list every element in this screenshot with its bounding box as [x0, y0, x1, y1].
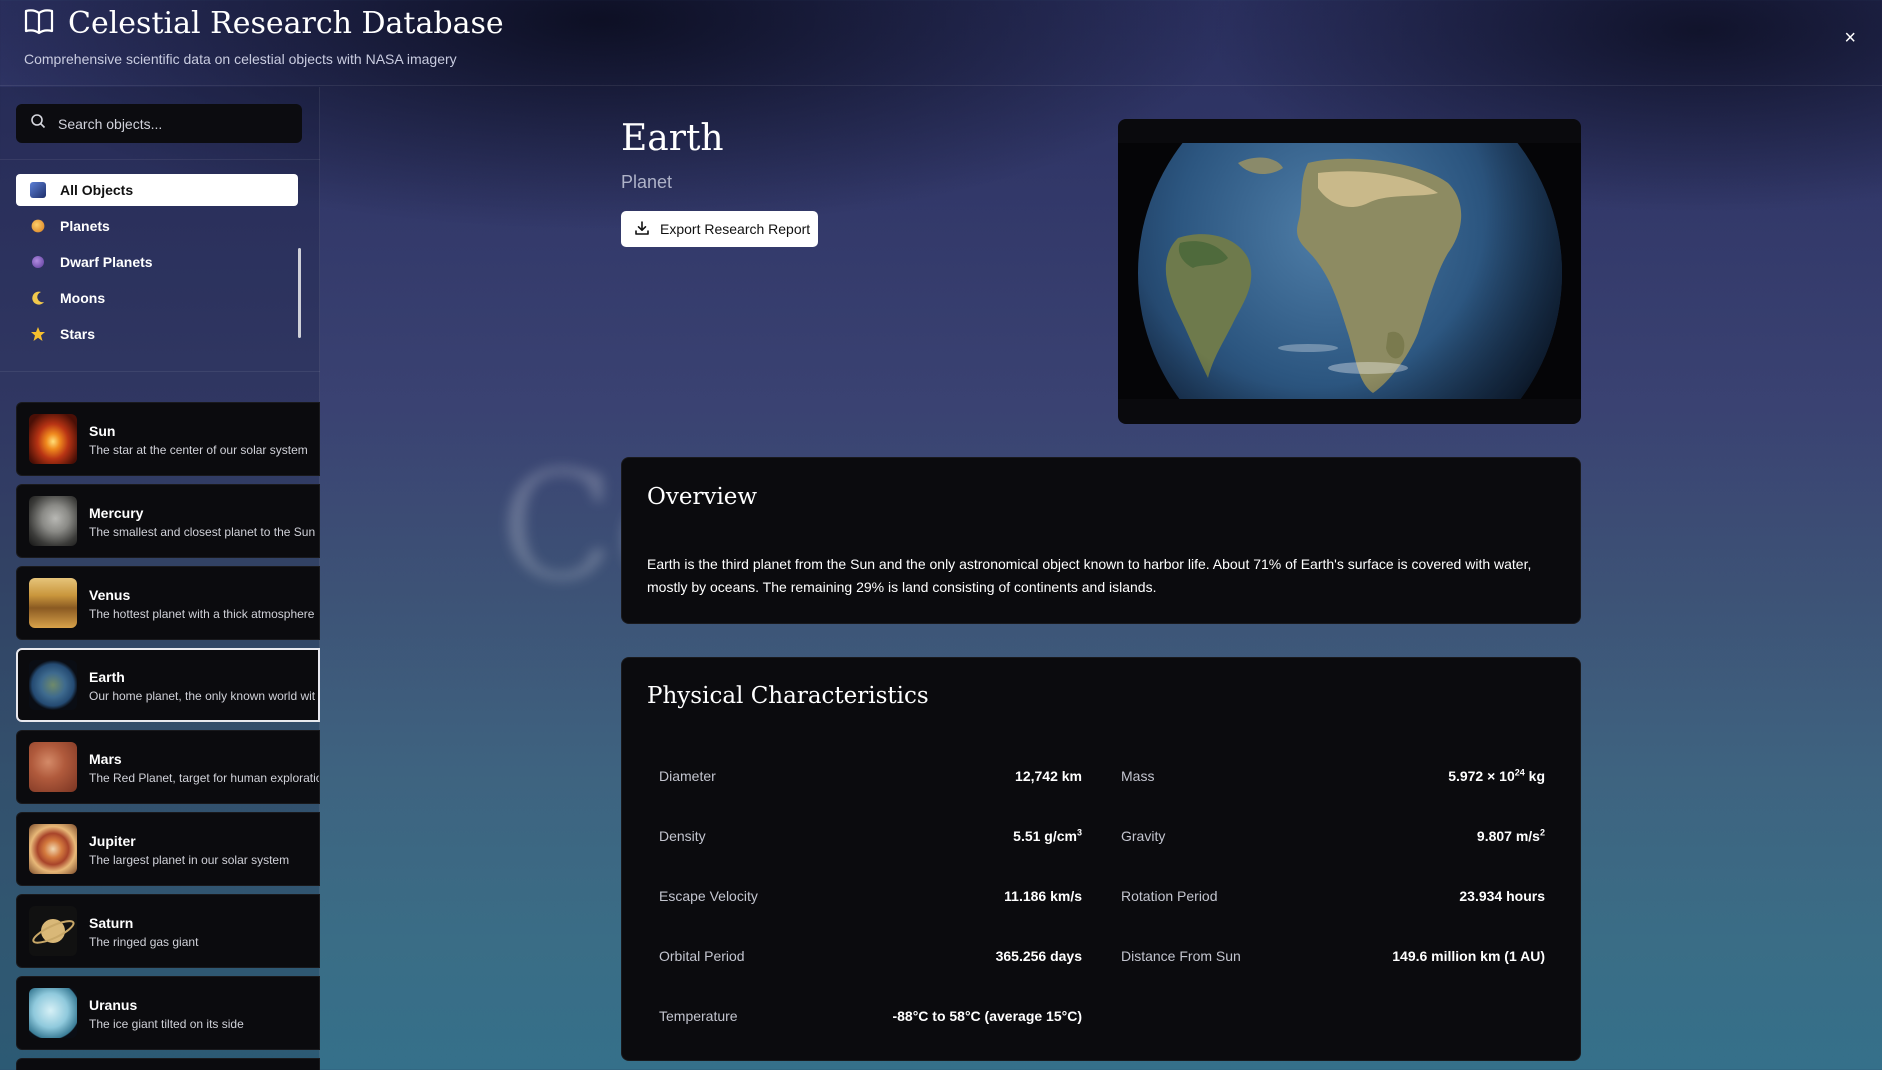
object-card-partial[interactable]	[16, 1058, 320, 1070]
property-density: Density 5.51 g/cm3	[659, 828, 1082, 848]
search-input[interactable]	[58, 115, 278, 132]
property-label: Mass	[1121, 768, 1155, 784]
property-label: Orbital Period	[659, 948, 745, 964]
property-diameter: Diameter 12,742 km	[659, 768, 1082, 788]
property-value: 365.256 days	[995, 948, 1082, 964]
category-all-objects[interactable]: All Objects	[16, 174, 298, 206]
physical-characteristics-card: Physical Characteristics Diameter 12,742…	[621, 657, 1581, 1061]
object-description: The smallest and closest planet to the S…	[89, 525, 316, 539]
category-label: Planets	[60, 218, 110, 234]
mars-thumbnail	[29, 742, 77, 792]
property-value: -88°C to 58°C (average 15°C)	[892, 1008, 1082, 1024]
property-label: Rotation Period	[1121, 888, 1218, 904]
category-stars[interactable]: Stars	[16, 318, 298, 350]
object-description: The Red Planet, target for human explora…	[89, 771, 320, 785]
object-description: The ringed gas giant	[89, 935, 199, 949]
venus-thumbnail	[29, 578, 77, 628]
property-value: 23.934 hours	[1459, 888, 1545, 904]
property-label: Gravity	[1121, 828, 1166, 844]
earth-thumbnail	[29, 660, 77, 710]
object-name: Earth	[89, 669, 125, 685]
object-name: Jupiter	[89, 833, 136, 849]
overview-heading: Overview	[647, 484, 758, 510]
property-value: 5.51 g/cm3	[1013, 827, 1082, 844]
overview-text: Earth is the third planet from the Sun a…	[647, 556, 1532, 595]
object-type: Planet	[621, 172, 673, 192]
object-card-mercury[interactable]: Mercury The smallest and closest planet …	[16, 484, 320, 558]
object-list: Sun The star at the center of our solar …	[16, 402, 320, 1070]
property-temperature: Temperature -88°C to 58°C (average 15°C)	[659, 1008, 1082, 1028]
category-planets[interactable]: Planets	[16, 210, 298, 242]
object-card-jupiter[interactable]: Jupiter The largest planet in our solar …	[16, 812, 320, 886]
all-objects-icon	[30, 182, 46, 198]
object-card-saturn[interactable]: Saturn The ringed gas giant	[16, 894, 320, 968]
object-name: Sun	[89, 423, 116, 439]
overview-card: Overview Earth is the third planet from …	[621, 457, 1581, 624]
app-subtitle: Comprehensive scientific data on celesti…	[24, 51, 457, 67]
property-label: Density	[659, 828, 706, 844]
property-value: 9.807 m/s2	[1476, 827, 1545, 844]
category-dwarf-planets[interactable]: Dwarf Planets	[16, 246, 298, 278]
sun-thumbnail	[29, 414, 77, 464]
app-title: Celestial Research Database	[68, 6, 504, 41]
property-value: 11.186 km/s	[1004, 888, 1082, 904]
object-card-uranus[interactable]: Uranus The ice giant tilted on its side	[16, 976, 320, 1050]
property-orbital-period: Orbital Period 365.256 days	[659, 948, 1082, 968]
saturn-thumbnail	[29, 906, 77, 956]
category-label: All Objects	[60, 182, 134, 198]
property-label: Diameter	[659, 768, 716, 784]
object-description: Our home planet, the only known world wi…	[89, 689, 316, 703]
app-header: Celestial Research Database Comprehensiv…	[0, 0, 1882, 86]
property-label: Escape Velocity	[659, 888, 758, 904]
close-button[interactable]: ×	[1844, 28, 1856, 48]
object-name: Venus	[89, 587, 131, 603]
moon-icon	[30, 290, 46, 306]
category-list: All Objects Planets Dwarf Planets Moons	[0, 159, 320, 372]
book-open-icon	[24, 7, 54, 40]
object-image	[1118, 119, 1581, 424]
object-card-mars[interactable]: Mars The Red Planet, target for human ex…	[16, 730, 320, 804]
category-moons[interactable]: Moons	[16, 282, 298, 314]
download-icon	[634, 220, 650, 239]
earth-image	[1118, 143, 1581, 399]
object-card-sun[interactable]: Sun The star at the center of our solar …	[16, 402, 320, 476]
property-value: 5.972 × 1024 kg	[1448, 767, 1545, 784]
category-scrollbar[interactable]	[298, 248, 301, 338]
object-description: The ice giant tilted on its side	[89, 1017, 244, 1031]
object-name: Mercury	[89, 505, 144, 521]
property-value: 12,742 km	[1015, 768, 1082, 784]
property-escape-velocity: Escape Velocity 11.186 km/s	[659, 888, 1082, 908]
export-label: Export Research Report	[660, 221, 811, 237]
dwarf-planet-icon	[32, 256, 44, 268]
object-name: Mars	[89, 751, 122, 767]
star-icon	[30, 326, 46, 342]
mercury-thumbnail	[29, 496, 77, 546]
object-name: Uranus	[89, 997, 138, 1013]
object-card-venus[interactable]: Venus The hottest planet with a thick at…	[16, 566, 320, 640]
category-label: Stars	[60, 326, 96, 342]
jupiter-thumbnail	[29, 824, 77, 874]
planet-icon	[31, 219, 45, 233]
property-label: Distance From Sun	[1121, 948, 1241, 964]
object-description: The star at the center of our solar syst…	[89, 443, 308, 457]
object-card-earth[interactable]: Earth Our home planet, the only known wo…	[16, 648, 320, 722]
physical-heading: Physical Characteristics	[647, 683, 929, 709]
object-description: The largest planet in our solar system	[89, 853, 290, 867]
property-mass: Mass 5.972 × 1024 kg	[1121, 768, 1545, 788]
export-report-button[interactable]: Export Research Report	[621, 211, 818, 247]
search-icon	[30, 113, 46, 134]
property-rotation-period: Rotation Period 23.934 hours	[1121, 888, 1545, 908]
object-title: Earth	[621, 118, 724, 159]
uranus-thumbnail	[29, 988, 77, 1038]
property-distance-from-sun: Distance From Sun 149.6 million km (1 AU…	[1121, 948, 1545, 968]
search-box[interactable]	[16, 104, 302, 143]
object-name: Saturn	[89, 915, 134, 931]
property-label: Temperature	[659, 1008, 738, 1024]
category-label: Moons	[60, 290, 106, 306]
property-value: 149.6 million km (1 AU)	[1392, 948, 1545, 964]
object-description: The hottest planet with a thick atmosphe…	[89, 607, 315, 621]
sidebar: All Objects Planets Dwarf Planets Moons	[0, 87, 320, 1070]
category-label: Dwarf Planets	[60, 254, 153, 270]
property-gravity: Gravity 9.807 m/s2	[1121, 828, 1545, 848]
